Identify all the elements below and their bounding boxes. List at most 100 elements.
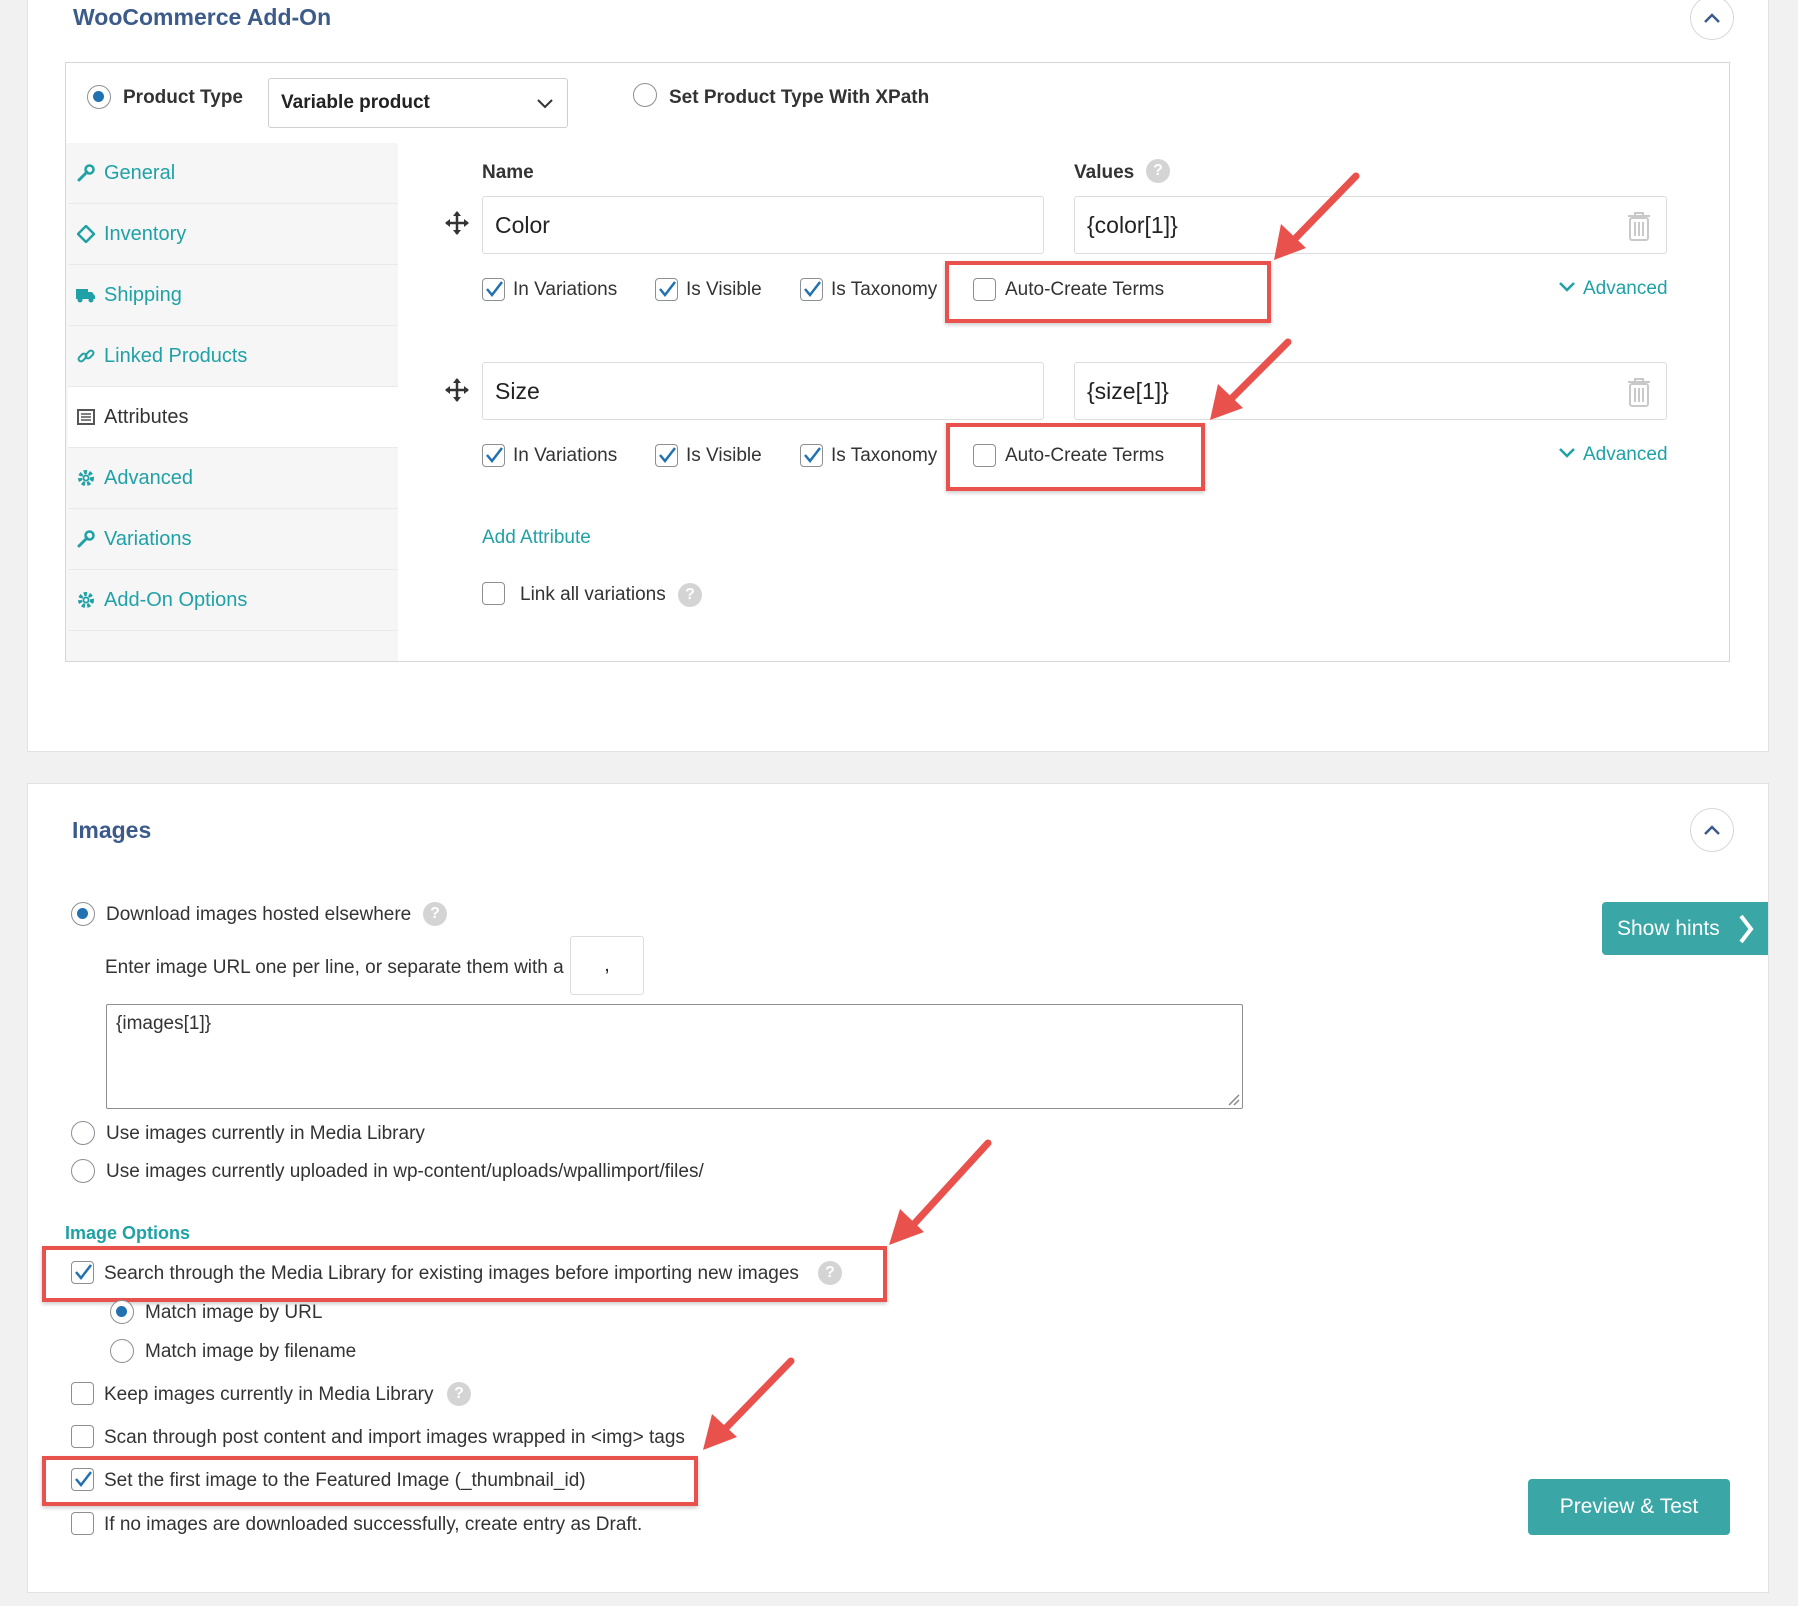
product-type-label: Product Type	[123, 87, 243, 108]
scan-post-content-label: Scan through post content and import ima…	[104, 1427, 685, 1448]
in-variations-checkbox[interactable]	[482, 278, 505, 301]
tab-variations[interactable]: Variations	[68, 509, 398, 570]
attribute-name-input[interactable]: Color	[482, 196, 1044, 254]
uploaded-files-radio[interactable]	[71, 1159, 95, 1183]
resize-handle-icon[interactable]	[1226, 1092, 1240, 1106]
woocommerce-section-title: WooCommerce Add-On	[73, 4, 332, 30]
values-help-icon[interactable]: ?	[1146, 159, 1170, 183]
trash-icon[interactable]	[1625, 376, 1653, 408]
values-column-header: Values	[1074, 162, 1135, 183]
annotation-highlight-box	[42, 1246, 887, 1302]
chevron-right-icon	[1739, 914, 1754, 943]
annotation-highlight-box	[945, 261, 1271, 323]
product-type-select-value: Variable product	[281, 92, 430, 113]
image-options-heading: Image Options	[65, 1223, 191, 1243]
attribute-values-input[interactable]: {color[1]}	[1074, 196, 1667, 254]
tab-shipping-label: Shipping	[104, 283, 182, 306]
tab-general-label: General	[104, 161, 176, 184]
show-hints-button[interactable]: Show hints	[1602, 902, 1768, 955]
keep-images-checkbox[interactable]	[71, 1382, 94, 1405]
url-instruction-label: Enter image URL one per line, or separat…	[105, 957, 564, 978]
preview-test-label: Preview & Test	[1559, 1495, 1699, 1518]
name-column-header: Name	[482, 162, 534, 183]
tab-linked-products-label: Linked Products	[104, 344, 248, 367]
media-library-radio[interactable]	[71, 1121, 95, 1145]
tab-advanced-label: Advanced	[104, 466, 193, 489]
tab-attributes[interactable]: Attributes	[68, 387, 398, 448]
is-taxonomy-label: Is Taxonomy	[831, 445, 938, 466]
tab-addon-options[interactable]: Add-On Options	[68, 570, 398, 631]
tab-addon-options-label: Add-On Options	[104, 588, 248, 611]
tab-linked-products[interactable]: Linked Products	[68, 326, 398, 387]
link-all-variations-help-icon[interactable]: ?	[678, 583, 702, 607]
in-variations-checkbox[interactable]	[482, 444, 505, 467]
chevron-down-icon[interactable]	[1558, 447, 1576, 459]
add-attribute-link[interactable]: Add Attribute	[482, 527, 591, 549]
product-type-radio[interactable]	[87, 85, 111, 109]
drag-handle-icon[interactable]	[444, 377, 470, 403]
image-urls-value: {images[1]}	[116, 1013, 212, 1034]
is-taxonomy-checkbox[interactable]	[800, 278, 823, 301]
download-help-icon[interactable]: ?	[423, 902, 447, 926]
scan-post-content-checkbox[interactable]	[71, 1425, 94, 1448]
drag-handle-icon[interactable]	[444, 210, 470, 236]
link-all-variations-checkbox[interactable]	[482, 582, 505, 605]
trash-icon[interactable]	[1625, 210, 1653, 242]
match-by-url-label: Match image by URL	[145, 1302, 323, 1323]
download-images-radio[interactable]	[71, 902, 95, 926]
in-variations-label: In Variations	[513, 279, 618, 300]
attribute-name-input[interactable]: Size	[482, 362, 1044, 420]
tab-advanced[interactable]: Advanced	[68, 448, 398, 509]
annotation-highlight-box	[42, 1456, 698, 1506]
keep-images-help-icon[interactable]: ?	[447, 1382, 471, 1406]
wrench-icon	[76, 530, 96, 548]
separator-input[interactable]: ,	[570, 936, 644, 995]
gear-icon	[76, 591, 96, 609]
tab-variations-label: Variations	[104, 527, 192, 550]
image-urls-textarea[interactable]: {images[1]}	[106, 1004, 1243, 1109]
is-visible-label: Is Visible	[686, 445, 762, 466]
tab-inventory-label: Inventory	[104, 222, 187, 245]
tag-icon	[76, 225, 96, 243]
link-all-variations-label: Link all variations	[520, 584, 666, 605]
wrench-icon	[76, 164, 96, 182]
media-library-label: Use images currently in Media Library	[106, 1123, 425, 1144]
is-visible-checkbox[interactable]	[655, 444, 678, 467]
is-visible-label: Is Visible	[686, 279, 762, 300]
annotation-arrow	[703, 1357, 795, 1450]
create-draft-checkbox[interactable]	[71, 1512, 94, 1535]
match-by-url-radio[interactable]	[110, 1300, 134, 1324]
tab-general[interactable]: General	[68, 143, 398, 204]
annotation-highlight-box	[946, 423, 1205, 491]
attribute-values-input[interactable]: {size[1]}	[1074, 362, 1667, 420]
xpath-type-label: Set Product Type With XPath	[669, 87, 930, 108]
advanced-toggle-link[interactable]: Advanced	[1583, 278, 1668, 300]
chevron-up-icon	[1704, 825, 1720, 835]
gear-icon	[76, 469, 96, 487]
in-variations-label: In Variations	[513, 445, 618, 466]
product-type-select[interactable]: Variable product	[268, 78, 568, 128]
is-visible-checkbox[interactable]	[655, 278, 678, 301]
download-images-label: Download images hosted elsewhere	[106, 904, 412, 925]
list-icon	[76, 409, 96, 425]
uploaded-files-label: Use images currently uploaded in wp-cont…	[106, 1161, 704, 1182]
link-icon	[76, 347, 96, 365]
images-section-title: Images	[72, 817, 152, 843]
preview-test-button[interactable]: Preview & Test	[1528, 1479, 1730, 1535]
chevron-down-icon[interactable]	[1558, 281, 1576, 293]
images-collapse-button[interactable]	[1690, 808, 1734, 852]
xpath-type-radio[interactable]	[633, 83, 657, 107]
tab-shipping[interactable]: Shipping	[68, 265, 398, 326]
is-taxonomy-label: Is Taxonomy	[831, 279, 938, 300]
tab-inventory[interactable]: Inventory	[68, 204, 398, 265]
match-by-filename-radio[interactable]	[110, 1339, 134, 1363]
is-taxonomy-checkbox[interactable]	[800, 444, 823, 467]
chevron-up-icon	[1704, 13, 1720, 23]
truck-icon	[76, 287, 96, 303]
tab-attributes-label: Attributes	[104, 405, 189, 428]
show-hints-label: Show hints	[1617, 916, 1720, 940]
advanced-toggle-link[interactable]: Advanced	[1583, 444, 1668, 466]
match-by-filename-label: Match image by filename	[145, 1341, 357, 1362]
keep-images-label: Keep images currently in Media Library	[104, 1384, 434, 1405]
create-draft-label: If no images are downloaded successfully…	[104, 1514, 643, 1535]
